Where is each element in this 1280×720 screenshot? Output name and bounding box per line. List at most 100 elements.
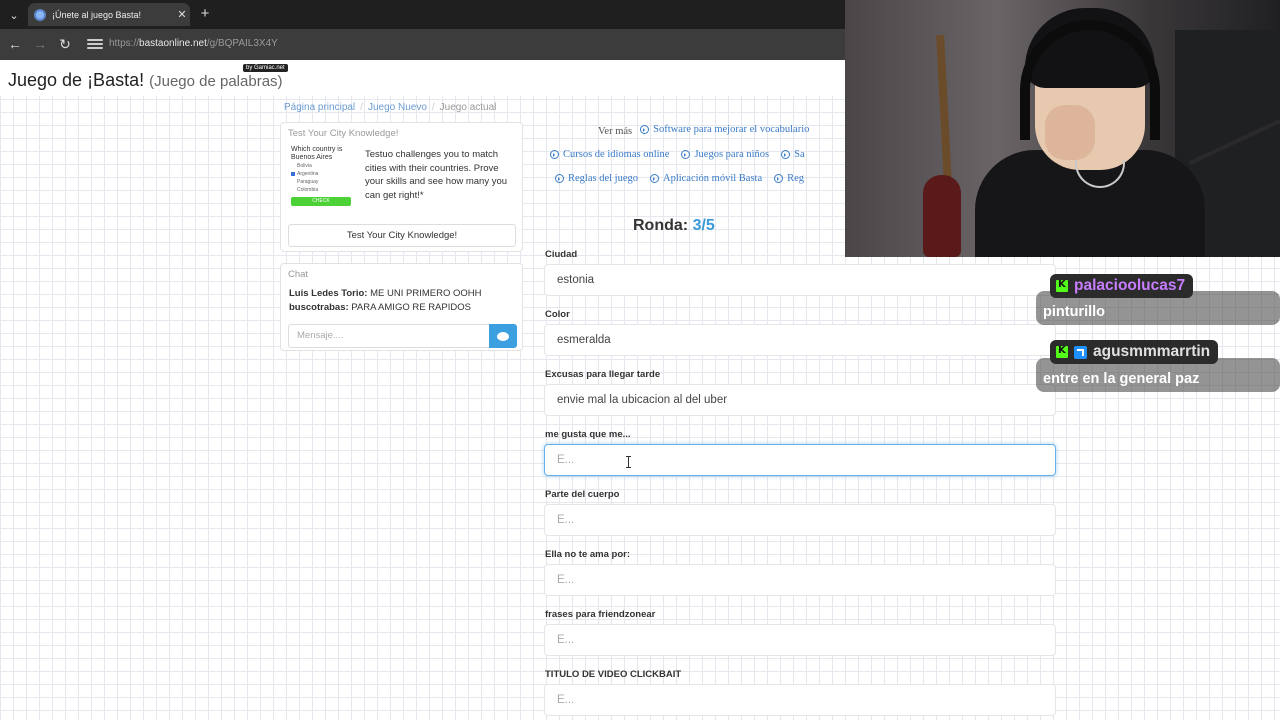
tab-search-chevron-icon[interactable]: ⌄ — [4, 5, 24, 25]
link-game-rules[interactable]: Reglas del juego — [555, 173, 638, 184]
kick-badge-icon — [1056, 345, 1068, 358]
link-label: Reg — [787, 173, 805, 184]
round-indicator: Ronda: 3/5 — [633, 217, 715, 235]
ad-image-option: Argentina — [291, 170, 355, 178]
field-input-ella-no-te-ama[interactable]: E... — [544, 564, 1056, 596]
field-label-excusas: Excusas para llegar tarde — [545, 369, 661, 380]
site-title-main: Juego de ¡Basta! — [8, 70, 145, 90]
field-input-parte-cuerpo[interactable]: E... — [544, 504, 1056, 536]
link-label: Software para mejorar el vocabulario — [653, 124, 810, 135]
stream-message-header: palacioolucas7 — [1050, 274, 1194, 298]
back-arrow-icon[interactable]: ← — [6, 35, 24, 53]
breadcrumb: Página principal / Juego Nuevo / Juego actua… — [284, 102, 496, 113]
field-input-excusas[interactable]: envie mal la ubicacion al del uber — [544, 384, 1056, 416]
chat-message-text: ME UNI PRIMERO OOHH — [367, 288, 482, 299]
play-circle-icon — [681, 150, 691, 159]
new-tab-button[interactable]: + — [196, 5, 214, 22]
field-label-clickbait: TITULO DE VIDEO CLICKBAIT — [545, 669, 682, 680]
url-path: /g/BQPAIL3X4Y — [206, 38, 278, 49]
ad-description: Testuo challenges you to match cities wi… — [365, 149, 508, 201]
tab-title: ¡Únete al juego Basta! — [52, 9, 142, 20]
chat-send-button[interactable] — [489, 324, 517, 348]
speech-bubble-icon — [497, 331, 509, 341]
stream-message-user: palacioolucas7 — [1074, 277, 1186, 294]
breadcrumb-current-game: Juego actual — [439, 102, 497, 113]
chat-panel: Chat Luis Ledes Torio: ME UNI PRIMERO OO… — [280, 263, 523, 351]
chat-message-text: PARA AMIGO RE RAPIDOS — [348, 302, 471, 313]
breadcrumb-new-game[interactable]: Juego Nuevo — [368, 102, 427, 113]
chat-message: Luis Ledes Torio: ME UNI PRIMERO OOHH — [289, 287, 514, 301]
browser-tab-active[interactable]: ¡Únete al juego Basta! ✕ — [28, 3, 190, 26]
play-circle-icon — [774, 174, 784, 183]
round-label: Ronda: — [633, 217, 689, 234]
field-label-parte-cuerpo: Parte del cuerpo — [545, 489, 620, 500]
ad-image-option: Colombia — [297, 187, 319, 193]
link-kids-games[interactable]: Juegos para niños — [681, 149, 769, 160]
ad-image-option: Paraguay — [297, 179, 319, 185]
link-label: Aplicación móvil Basta — [662, 173, 763, 184]
site-info-icon[interactable] — [87, 37, 103, 51]
stream-message-user: agusmmmarrtin — [1093, 343, 1211, 360]
link-label: Juegos para niños — [694, 149, 770, 160]
chat-message-input[interactable]: Mensaje.... — [288, 324, 490, 348]
breadcrumb-separator: / — [431, 102, 435, 113]
site-title-subtitle: (Juego de palabras) — [149, 73, 283, 90]
site-favicon-icon — [34, 8, 46, 21]
field-label-ciudad: Ciudad — [545, 249, 578, 260]
field-input-color[interactable]: esmeralda — [544, 324, 1056, 356]
play-circle-icon — [781, 150, 791, 159]
link-truncated[interactable]: Sa — [781, 149, 805, 160]
link-online-language-courses[interactable]: Cursos de idiomas online — [550, 149, 669, 160]
site-header: Juego de ¡Basta! (Juego de palabras) by … — [0, 60, 845, 96]
field-input-ciudad[interactable]: estonia — [544, 264, 1056, 296]
link-label: Cursos de idiomas online — [563, 149, 670, 160]
tab-close-icon[interactable]: ✕ — [174, 8, 190, 21]
kick-badge-icon — [1056, 279, 1068, 292]
ad-image-question: Which country is Buenos Aires — [291, 146, 343, 161]
breadcrumb-separator: / — [360, 102, 363, 113]
more-links: Ver más Software para mejorar el vocabula… — [550, 120, 844, 194]
address-bar-url[interactable]: https://bastaonline.net/g/BQPAIL3X4Y — [109, 38, 278, 49]
chat-message-user: Luis Ledes Torio: — [289, 288, 368, 299]
forward-arrow-icon[interactable]: → — [31, 35, 49, 53]
ad-cta-button[interactable]: Test Your City Knowledge! — [288, 224, 516, 247]
field-input-clickbait[interactable]: E... — [544, 684, 1056, 716]
ver-mas-label: Ver más — [598, 126, 633, 137]
site-title[interactable]: Juego de ¡Basta! (Juego de palabras) — [8, 70, 283, 91]
url-host: bastaonline.net — [139, 38, 207, 49]
breadcrumb-home[interactable]: Página principal — [284, 102, 355, 113]
play-circle-icon — [555, 174, 564, 183]
link-label: Sa — [794, 149, 805, 160]
chat-message: buscotrabas: PARA AMIGO RE RAPIDOS — [289, 301, 514, 315]
guitar-body — [923, 175, 961, 257]
ad-heading: Test Your City Knowledge! — [288, 128, 399, 139]
chat-messages: Luis Ledes Torio: ME UNI PRIMERO OOHH bu… — [281, 285, 522, 317]
ad-quiz-image[interactable]: Which country is Buenos Aires Bolivia Ar… — [291, 146, 355, 218]
subscriber-badge-icon — [1074, 345, 1087, 359]
by-gamiac-badge[interactable]: by Gamiac.net — [243, 64, 288, 72]
field-input-friendzonear[interactable]: E... — [544, 624, 1056, 656]
stream-message-header: agusmmmarrtin — [1050, 340, 1219, 364]
field-label-friendzonear: frases para friendzonear — [545, 609, 656, 620]
field-input-me-gusta[interactable]: E... — [544, 444, 1056, 476]
more-links-row: Reglas del juego Aplicación móvil Basta Re… — [550, 173, 816, 186]
link-truncated[interactable]: Reg — [774, 173, 804, 184]
play-circle-icon — [640, 125, 650, 134]
round-value: 3/5 — [692, 217, 715, 234]
webcam-overlay — [845, 0, 1280, 257]
play-circle-icon — [550, 150, 559, 159]
field-label-me-gusta: me gusta que me... — [545, 429, 631, 440]
field-label-color: Color — [545, 309, 570, 320]
link-label: Reglas del juego — [568, 173, 638, 184]
field-label-ella-no-te-ama: Ella no te ama por: — [545, 549, 630, 560]
stream-message-text: entre en la general paz — [1043, 371, 1200, 387]
more-links-row: Cursos de idiomas online Juegos para niño… — [550, 149, 817, 162]
link-vocabulary-software[interactable]: Software para mejorar el vocabulario — [640, 124, 809, 135]
stream-message-text: pinturillo — [1043, 304, 1106, 320]
reload-icon[interactable]: ↻ — [56, 35, 74, 53]
link-mobile-app[interactable]: Aplicación móvil Basta — [649, 173, 763, 184]
chat-heading: Chat — [288, 269, 309, 280]
ad-image-option: Bolivia — [297, 163, 312, 169]
ad-panel: Test Your City Knowledge! Which country … — [280, 122, 523, 252]
url-prefix: https:// — [109, 38, 140, 49]
